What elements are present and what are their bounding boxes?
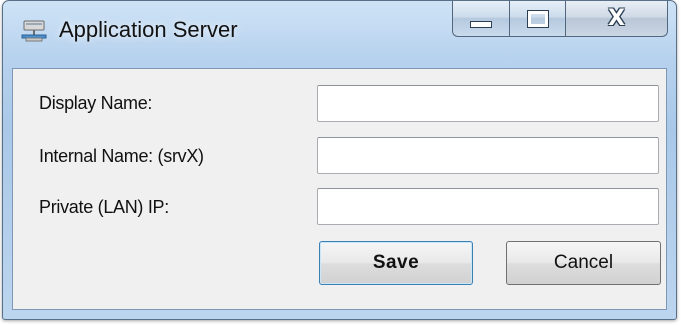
display-name-input[interactable] — [317, 85, 659, 122]
title-bar[interactable]: Application Server X — [3, 1, 676, 63]
window-title: Application Server — [59, 17, 238, 42]
dialog-body: Display Name: Internal Name: (srvX) Priv… — [12, 68, 667, 310]
cancel-button[interactable]: Cancel — [506, 241, 661, 285]
maximize-icon — [526, 9, 549, 28]
application-server-window: Application Server X Display Name: Inter… — [2, 0, 677, 320]
server-network-icon — [20, 18, 48, 44]
caption-buttons: X — [452, 1, 668, 37]
display-name-label: Display Name: — [39, 93, 153, 113]
internal-name-input[interactable] — [317, 137, 659, 174]
private-ip-label: Private (LAN) IP: — [39, 197, 169, 217]
internal-name-label: Internal Name: (srvX) — [39, 146, 204, 166]
private-ip-input[interactable] — [317, 188, 659, 225]
minimize-icon — [470, 21, 492, 28]
minimize-button[interactable] — [452, 1, 510, 37]
maximize-button[interactable] — [510, 1, 566, 37]
close-button[interactable]: X — [566, 1, 668, 37]
close-icon: X — [608, 6, 625, 31]
save-button[interactable]: Save — [319, 241, 473, 285]
